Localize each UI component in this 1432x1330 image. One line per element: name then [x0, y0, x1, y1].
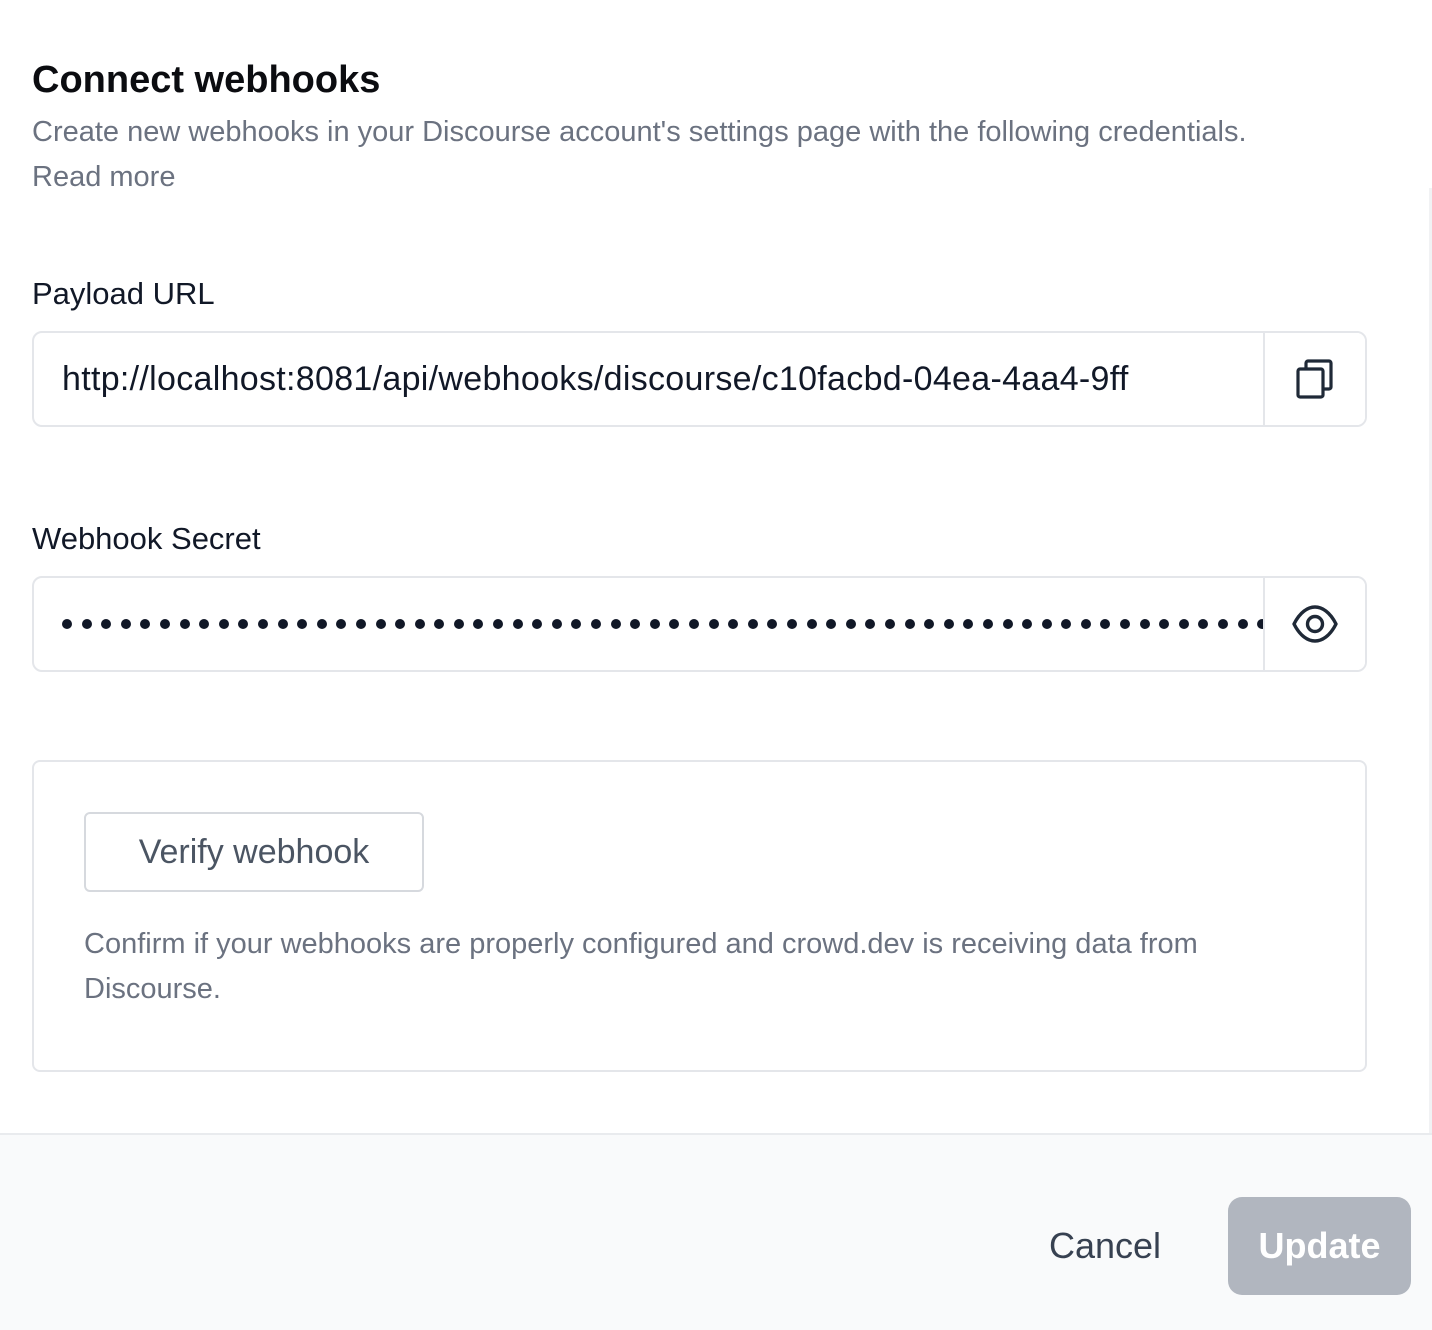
- secret-dot: [924, 619, 935, 629]
- secret-dot: [1100, 619, 1111, 629]
- secret-dot: [512, 619, 523, 629]
- webhook-secret-label: Webhook Secret: [32, 521, 261, 556]
- secret-dot: [473, 619, 484, 629]
- payload-url-field: [32, 331, 1367, 427]
- secret-dot: [434, 619, 445, 629]
- secret-dot: [62, 619, 72, 629]
- secret-dot: [904, 619, 915, 629]
- connect-webhooks-drawer: Connect webhooks Create new webhooks in …: [0, 0, 1432, 1330]
- secret-dot: [257, 619, 268, 629]
- secret-dot: [963, 619, 974, 629]
- secret-dot: [689, 619, 699, 629]
- secret-dot: [747, 619, 758, 629]
- secret-dot: [199, 619, 210, 629]
- secret-dot: [395, 619, 406, 629]
- secret-dot: [649, 619, 660, 629]
- secret-dot: [532, 619, 543, 629]
- secret-dot: [826, 619, 837, 629]
- copy-button[interactable]: [1263, 333, 1365, 425]
- secret-dot: [1061, 619, 1072, 629]
- secret-dot: [806, 619, 817, 629]
- secret-dot: [1080, 619, 1091, 629]
- payload-url-label: Payload URL: [32, 276, 215, 311]
- secret-dot: [1178, 619, 1189, 629]
- secret-dot: [1120, 619, 1131, 629]
- eye-icon: [1292, 605, 1338, 643]
- secret-dot: [179, 619, 190, 629]
- secret-dot: [1237, 619, 1248, 629]
- secret-dot: [551, 619, 562, 629]
- secret-dot: [786, 619, 797, 629]
- secret-dot: [767, 619, 778, 629]
- cancel-button[interactable]: Cancel: [1030, 1198, 1180, 1294]
- secret-dot: [101, 619, 112, 629]
- secret-dot: [159, 619, 170, 629]
- payload-url-input[interactable]: [34, 333, 1263, 425]
- secret-dot: [453, 619, 464, 629]
- masked-secret-value: [62, 619, 1263, 629]
- read-more-link[interactable]: Read more: [32, 161, 175, 193]
- secret-dot: [1022, 619, 1033, 629]
- secret-dot: [355, 619, 366, 629]
- page-title: Connect webhooks: [32, 59, 381, 101]
- update-button[interactable]: Update: [1228, 1197, 1411, 1295]
- secret-dot: [1041, 619, 1052, 629]
- secret-dot: [1002, 619, 1013, 629]
- secret-dot: [238, 619, 249, 629]
- secret-dot: [140, 619, 151, 629]
- toggle-visibility-button[interactable]: [1263, 578, 1365, 670]
- secret-dot: [943, 619, 954, 629]
- drawer-footer: Cancel Update: [0, 1133, 1432, 1330]
- verify-help-text: Confirm if your webhooks are properly co…: [84, 928, 1198, 1005]
- secret-dot: [669, 619, 680, 629]
- section-description: Create new webhooks in your Discourse ac…: [32, 110, 1262, 200]
- secret-dot: [571, 619, 582, 629]
- secret-dot: [1218, 619, 1229, 629]
- description-text: Create new webhooks in your Discourse ac…: [32, 116, 1247, 148]
- secret-dot: [493, 619, 504, 629]
- secret-dot: [728, 619, 739, 629]
- secret-dot: [1198, 619, 1209, 629]
- secret-dot: [982, 619, 993, 629]
- secret-dot: [884, 619, 895, 629]
- webhook-secret-field: [32, 576, 1367, 672]
- verify-webhook-panel: Verify webhook Confirm if your webhooks …: [32, 760, 1367, 1072]
- secret-dot: [297, 619, 308, 629]
- webhook-secret-input[interactable]: [34, 578, 1263, 670]
- secret-dot: [591, 619, 602, 629]
- secret-dot: [865, 619, 876, 629]
- secret-dot: [1139, 619, 1150, 629]
- secret-dot: [336, 619, 347, 629]
- verify-webhook-button[interactable]: Verify webhook: [84, 812, 424, 892]
- secret-dot: [1159, 619, 1170, 629]
- secret-dot: [414, 619, 425, 629]
- secret-dot: [277, 619, 288, 629]
- secret-dot: [316, 619, 327, 629]
- secret-dot: [845, 619, 856, 629]
- secret-dot: [120, 619, 131, 629]
- copy-icon: [1296, 359, 1333, 399]
- secret-dot: [610, 619, 621, 629]
- secret-dot: [81, 619, 92, 629]
- secret-dot: [708, 619, 719, 629]
- secret-dot: [630, 619, 641, 629]
- secret-dot: [375, 619, 386, 629]
- secret-dot: [218, 619, 229, 629]
